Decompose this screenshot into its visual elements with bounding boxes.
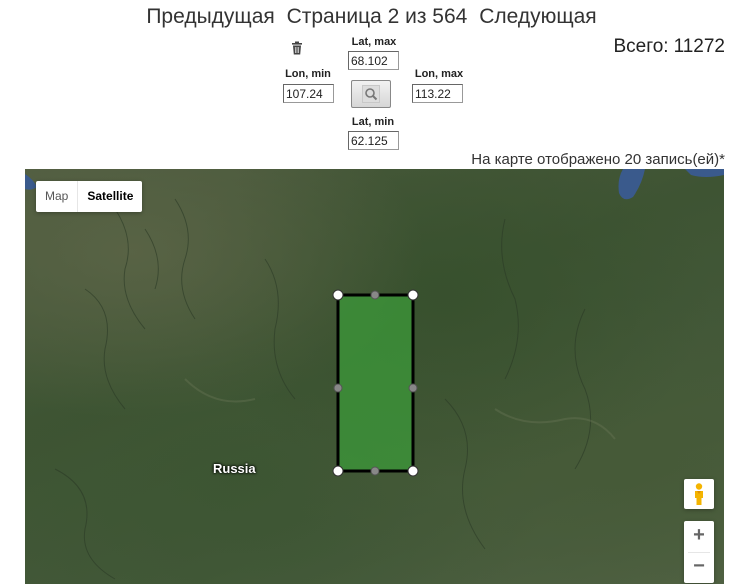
satellite-terrain: [25, 169, 724, 580]
trash-icon[interactable]: [291, 41, 303, 55]
map-type-map-button[interactable]: Map: [36, 181, 79, 212]
records-shown-note: На карте отображено 20 запись(ей)*: [471, 151, 725, 168]
zoom-out-button[interactable]: −: [684, 552, 714, 583]
map-type-control: Map Satellite: [36, 181, 143, 212]
lat-min-label: Lat, min: [351, 116, 395, 128]
magnifier-icon: [362, 85, 380, 103]
map-place-label: Russia: [213, 461, 256, 476]
lon-min-label: Lon, min: [285, 68, 331, 80]
selection-rectangle: [336, 293, 415, 473]
prev-page-link[interactable]: Предыдущая: [146, 5, 274, 28]
lon-max-input[interactable]: [412, 84, 463, 103]
lat-min-input[interactable]: [348, 131, 399, 150]
lon-max-label: Lon, max: [414, 68, 464, 80]
zoom-divider: [688, 552, 710, 553]
lon-min-input[interactable]: [283, 84, 334, 103]
map-view[interactable]: Map Satellite Russia + −: [25, 169, 724, 584]
total-label: Всего:: [613, 36, 669, 57]
map-type-satellite-button[interactable]: Satellite: [78, 181, 142, 212]
zoom-control: + −: [684, 521, 714, 583]
lat-max-input[interactable]: [348, 51, 399, 70]
next-page-link[interactable]: Следующая: [479, 5, 596, 28]
total-count: Всего: 11272: [608, 36, 725, 58]
total-value: 11272: [673, 36, 725, 57]
pegman-icon[interactable]: [684, 479, 714, 509]
pagination: Предыдущая Страница 2 из 564 Следующая: [0, 5, 743, 29]
lat-max-label: Lat, max: [351, 36, 397, 48]
search-button[interactable]: [351, 80, 391, 108]
page-indicator: Страница 2 из 564: [286, 5, 468, 28]
zoom-in-button[interactable]: +: [684, 521, 714, 552]
